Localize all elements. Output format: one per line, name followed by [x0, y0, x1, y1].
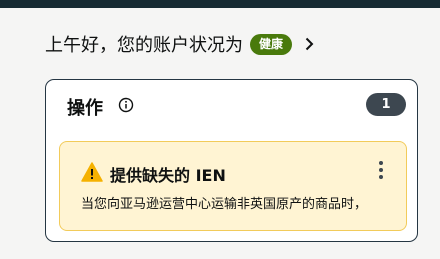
top-nav-bar — [0, 0, 440, 8]
account-health-summary: 上午好，您的账户状况为 健康 — [45, 30, 316, 58]
alert-description: 当您向亚马逊运营中心运输非英国原产的商品时， — [81, 197, 368, 212]
health-status-badge: 健康 — [250, 33, 293, 55]
actions-card: 操作 1 提供缺失的 IEN 当您向亚马逊运营中心运输非英国原产的商品时， — [45, 79, 418, 242]
missing-ien-alert[interactable]: 提供缺失的 IEN 当您向亚马逊运营中心运输非英国原产的商品时， — [59, 141, 407, 231]
actions-card-title: 操作 — [67, 98, 103, 119]
chevron-right-icon[interactable] — [302, 34, 316, 54]
action-count-badge: 1 — [366, 93, 406, 116]
warning-triangle-icon — [81, 162, 103, 182]
info-circle-icon[interactable] — [118, 97, 134, 113]
more-vertical-icon[interactable] — [377, 159, 385, 181]
greeting-text: 上午好，您的账户状况为 — [45, 35, 243, 56]
alert-title: 提供缺失的 IEN — [110, 166, 226, 185]
